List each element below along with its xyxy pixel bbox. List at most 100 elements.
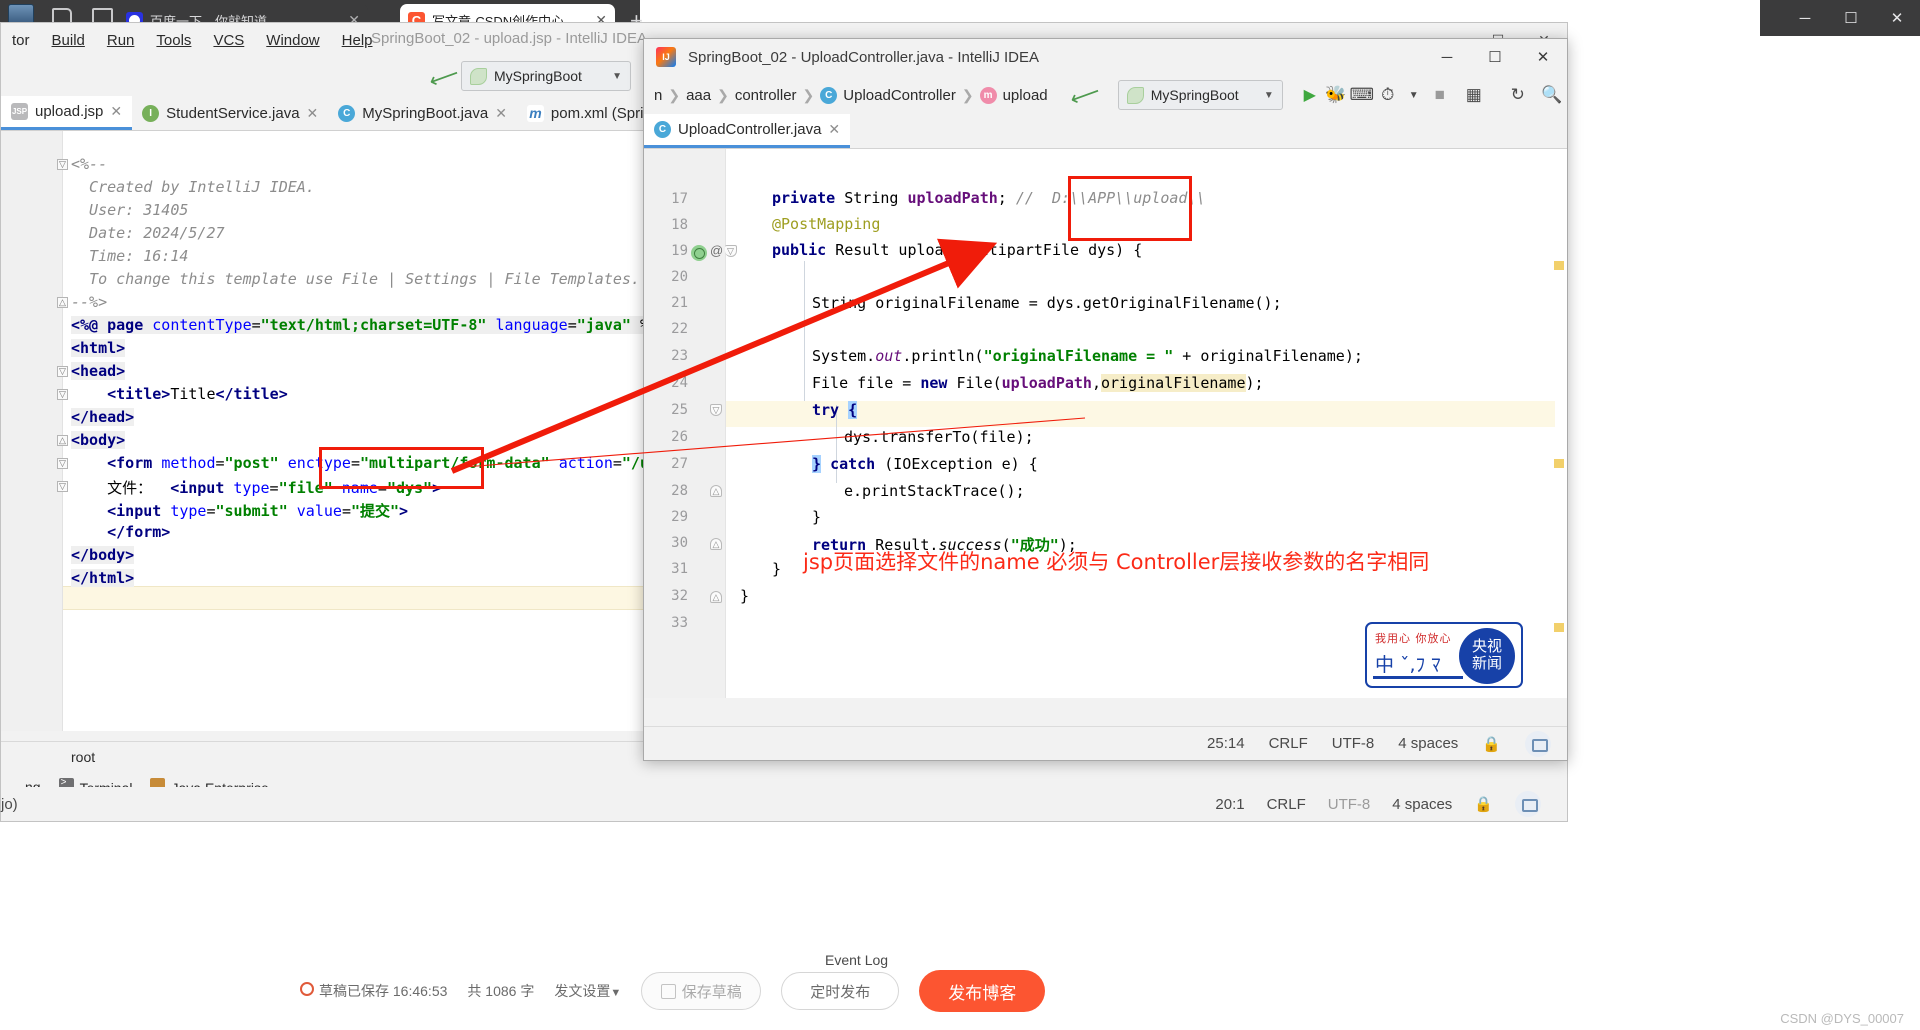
close-icon[interactable]: ✕ [828,121,840,138]
status-encoding[interactable]: UTF-8 [1328,796,1371,813]
run-configuration-selector-java[interactable]: MySpringBoot ▼ [1117,80,1283,110]
fold-handle[interactable]: △ [57,297,68,308]
run-icon[interactable]: ▶ [1297,82,1323,108]
close-icon[interactable]: ✕ [307,105,319,122]
line-number: 17 [671,191,688,207]
class-icon: C [654,121,671,138]
gutter-jsp[interactable] [1,131,63,731]
fold-handle[interactable]: ▽ [57,366,68,377]
fold-handle[interactable]: ▽ [57,389,68,400]
editor-tab-student-service[interactable]: I StudentService.java ✕ [132,96,329,130]
fold-handle[interactable]: △ [710,538,722,550]
lock-icon[interactable]: 🔒 [1474,795,1493,813]
run-configuration-label: MySpringBoot [494,68,582,84]
menu-item-vcs[interactable]: VCS [202,32,255,49]
assistant-icon[interactable] [1525,730,1551,757]
status-line-separator[interactable]: CRLF [1269,735,1308,752]
csdn-watermark: CSDN @DYS_00007 [1780,1011,1904,1026]
status-caret-position[interactable]: 20:1 [1215,796,1244,813]
schedule-publish-button[interactable]: 定时发布 [781,972,900,1010]
intellij-logo-icon [656,47,676,67]
event-log-label[interactable]: Event Log [825,952,888,968]
status-indent[interactable]: 4 spaces [1398,735,1458,752]
code-line: --%> [71,293,108,311]
line-number: 22 [671,321,688,337]
minimize-icon[interactable]: ─ [1423,49,1471,66]
close-icon[interactable]: ✕ [495,105,507,122]
line-number: 28 [671,483,688,499]
editor-tab-myspringboot[interactable]: C MySpringBoot.java ✕ [328,96,517,130]
editor-tab-uploadcontroller-java[interactable]: C UploadController.java ✕ [644,114,851,148]
csdn-footer-row: 草稿已保存 16:46:53 共 1086 字 发文设置▼ 保存草稿 定时发布 … [300,970,1046,1012]
class-icon: C [338,104,356,122]
menu-item-tools[interactable]: Tools [145,32,202,49]
browser-window-controls: ─ ☐ ✕ [1760,0,1920,36]
chevron-down-icon: ▼ [612,70,622,82]
status-line-separator[interactable]: CRLF [1267,796,1306,813]
back-arrow-icon[interactable]: ⟵ [426,61,463,95]
status-caret-position[interactable]: 25:14 [1207,735,1245,752]
build-icon[interactable]: ▦ [1461,82,1487,108]
fold-handle[interactable]: ▽ [57,458,68,469]
close-icon[interactable]: ✕ [110,103,122,120]
fold-handle[interactable]: ▽ [725,245,737,257]
spring-mapping-icon[interactable] [691,245,707,261]
status-indent[interactable]: 4 spaces [1392,796,1452,813]
lock-icon[interactable]: 🔒 [1482,735,1501,753]
menu-item-run[interactable]: Run [96,32,146,49]
coverage-icon[interactable]: ⌨ [1349,82,1375,108]
fold-handle[interactable]: ▽ [57,481,68,492]
more-settings-button[interactable]: 发文设置▼ [554,981,621,1001]
fold-handle[interactable]: ▽ [57,159,68,170]
line-number: 31 [671,561,688,577]
class-icon: C [820,86,838,104]
breadcrumb-root[interactable]: root [71,749,95,765]
profiler-icon[interactable]: ⏱ [1375,82,1401,108]
fold-handle[interactable]: ▽ [710,404,722,416]
window-title-java: SpringBoot_02 - UploadController.java - … [688,48,1040,66]
close-icon[interactable]: ✕ [1874,9,1920,27]
breadcrumb-package-controller[interactable]: controller [731,87,801,104]
breadcrumb-module[interactable]: n [650,87,666,104]
debug-icon[interactable]: 🐝 [1323,82,1349,108]
editor-tab-upload-jsp[interactable]: JSP upload.jsp ✕ [1,96,133,130]
update-icon[interactable]: ↻ [1505,82,1531,108]
code-line-catch-close: } [812,508,822,526]
menu-item-window[interactable]: Window [255,32,330,49]
line-number: 21 [671,295,688,311]
breadcrumb-package-aaa[interactable]: aaa [682,87,715,104]
editor-tab-label: StudentService.java [166,104,300,122]
search-icon[interactable]: 🔍 [1539,82,1565,108]
stop-icon[interactable]: ■ [1427,82,1453,108]
maven-icon: m [526,104,544,122]
close-icon[interactable]: ✕ [1519,48,1567,66]
editor-scrollbar-java[interactable] [1554,259,1567,636]
code-line: <html> [71,339,126,357]
editor-tab-label: UploadController.java [678,121,822,138]
scroll-marker[interactable] [1554,459,1564,468]
maximize-icon[interactable]: ☐ [1471,48,1519,66]
minimize-icon[interactable]: ─ [1782,10,1828,27]
back-arrow-icon[interactable]: ⟵ [1066,78,1103,112]
fold-handle[interactable]: △ [57,435,68,446]
menu-item-build[interactable]: Build [41,32,96,49]
editor-tabs-java: C UploadController.java ✕ [644,114,1567,149]
menu-item-tor[interactable]: tor [1,32,41,49]
run-configuration-selector[interactable]: MySpringBoot ▼ [461,61,631,91]
breadcrumb-class-uploadcontroller[interactable]: C UploadController [816,86,960,104]
chevron-down-icon[interactable]: ▼ [1401,82,1427,108]
publish-button[interactable]: 发布博客 [919,970,1046,1012]
scroll-marker[interactable] [1554,623,1564,632]
breadcrumb-method-upload[interactable]: m upload [976,86,1052,104]
fold-handle[interactable]: △ [710,591,722,603]
annotation-box-java-param [1068,176,1192,241]
line-number: 19 [671,243,688,259]
save-draft-button[interactable]: 保存草稿 [641,972,762,1010]
fold-handle[interactable]: △ [710,485,722,497]
interface-icon: I [142,104,160,122]
method-icon: m [979,86,997,104]
assistant-icon[interactable] [1515,791,1541,817]
status-encoding[interactable]: UTF-8 [1332,735,1375,752]
scroll-marker[interactable] [1554,261,1564,270]
maximize-icon[interactable]: ☐ [1828,9,1874,27]
